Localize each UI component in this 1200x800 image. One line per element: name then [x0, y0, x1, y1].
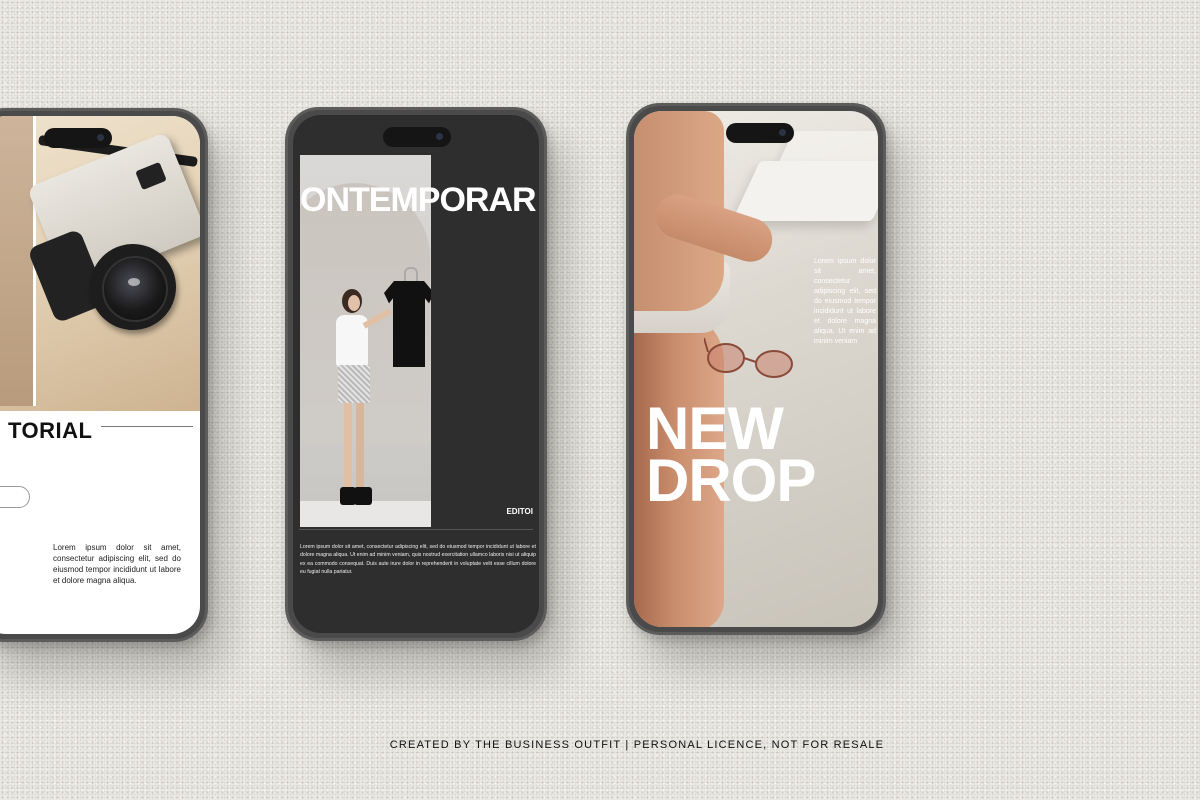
pill-button[interactable]	[0, 486, 30, 508]
contemporary-headline: ONTEMPORAR	[300, 181, 537, 219]
model-leg	[344, 403, 352, 489]
lens-glass	[102, 256, 168, 322]
body-text: Lorem ipsum dolor sit amet, consectetur …	[53, 543, 181, 585]
model-leg	[356, 403, 364, 489]
side-photo-strip	[0, 116, 36, 406]
camera-lens	[90, 244, 176, 330]
headline-line-2: DROP	[646, 447, 816, 514]
camera-photo	[0, 116, 200, 411]
phone-mockup-right: Lorem ipsum dolor sit amet, consectetur …	[626, 103, 886, 635]
credit-footer: CREATED BY THE BUSINESS OUTFIT | PERSONA…	[389, 739, 885, 751]
dynamic-island	[44, 128, 112, 148]
model-skirt	[338, 365, 370, 403]
phone-mockup-left: TORIAL Lorem ipsum dolor sit amet, conse…	[0, 108, 208, 642]
model-boot	[354, 487, 372, 505]
new-drop-headline: NEW DROP	[646, 399, 816, 514]
sun-lounger	[732, 161, 878, 221]
phone-screen-left: TORIAL Lorem ipsum dolor sit amet, conse…	[0, 116, 200, 634]
sunglasses	[704, 337, 793, 378]
phone-screen-middle: ONTEMPORAR EDITOI Lorem ipsum dolor sit …	[293, 115, 539, 633]
body-text: Lorem ipsum dolor sit amet, consectetur …	[300, 544, 536, 576]
model-face	[348, 295, 360, 311]
divider	[299, 529, 533, 530]
phone-screen-right: Lorem ipsum dolor sit amet, consectetur …	[634, 111, 878, 627]
editorial-title: TORIAL	[8, 418, 93, 443]
dynamic-island	[726, 123, 794, 143]
dynamic-island	[383, 127, 451, 147]
body-text: Lorem ipsum dolor sit amet, consectetur …	[814, 258, 876, 345]
title-rule	[101, 426, 193, 427]
lens-glint	[128, 278, 140, 286]
phone-mockup-middle: ONTEMPORAR EDITOI Lorem ipsum dolor sit …	[285, 107, 547, 641]
editorial-label: EDITOI	[506, 507, 533, 516]
